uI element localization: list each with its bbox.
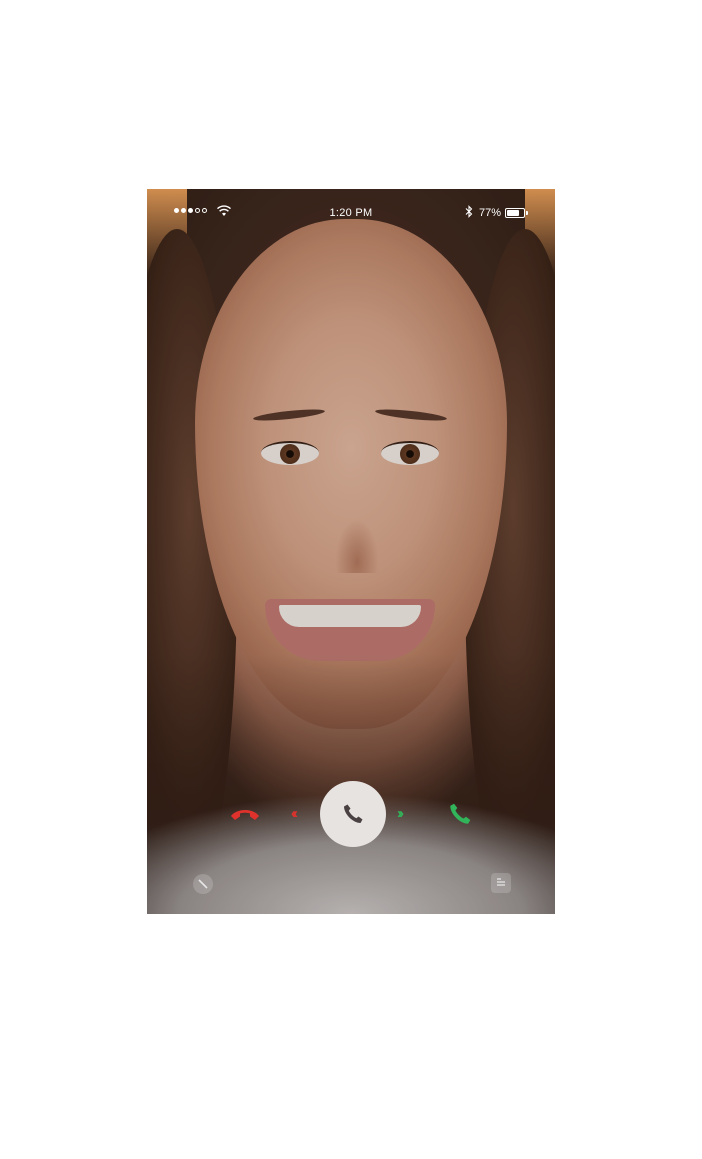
phone-icon <box>450 803 471 824</box>
accept-call-button[interactable] <box>443 797 477 831</box>
message-button[interactable] <box>491 873 511 893</box>
phone-hangup-icon <box>231 810 259 820</box>
battery-percent: 77% <box>479 207 502 219</box>
slide-right-hint: ›› <box>397 805 404 822</box>
mute-icon <box>198 879 208 889</box>
decline-call-button[interactable] <box>227 799 263 829</box>
slide-left-hint: ‹‹ <box>291 805 298 822</box>
phone-icon <box>344 804 363 823</box>
incoming-call-screen: 1:20 PM 77% ‹‹ ›› <box>147 189 555 914</box>
bluetooth-icon <box>465 205 473 218</box>
status-bar: 1:20 PM 77% <box>147 205 555 221</box>
call-controls: ‹‹ ›› <box>147 781 555 847</box>
battery-icon <box>505 208 525 218</box>
mute-button[interactable] <box>193 874 213 894</box>
answer-slider-knob[interactable] <box>320 781 386 847</box>
message-icon <box>497 878 505 886</box>
